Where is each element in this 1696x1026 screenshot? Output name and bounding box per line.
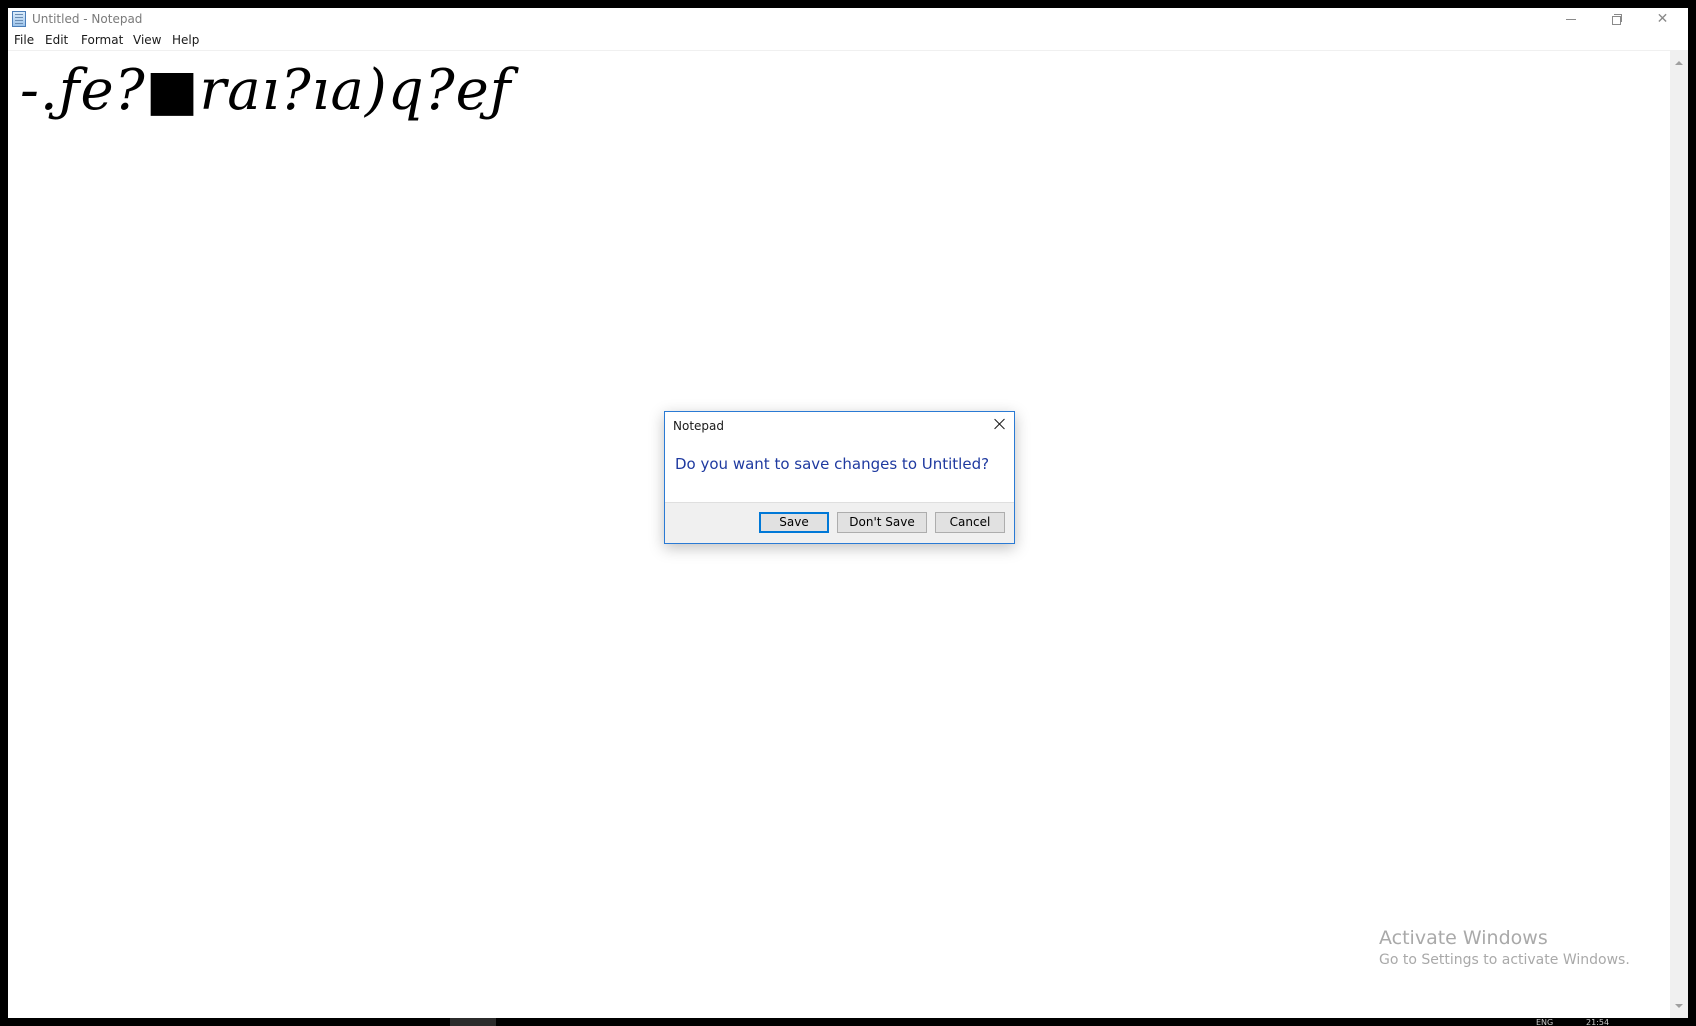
restore-icon	[1611, 14, 1622, 25]
watermark-title: Activate Windows	[1379, 927, 1548, 949]
cancel-button[interactable]: Cancel	[935, 512, 1005, 533]
tray-language[interactable]: ENG	[1536, 1019, 1553, 1026]
save-changes-dialog: Notepad Do you want to save changes to U…	[664, 411, 1015, 544]
dialog-title: Notepad	[673, 419, 724, 433]
vertical-scrollbar[interactable]	[1670, 51, 1688, 1018]
dialog-close-icon[interactable]	[992, 416, 1008, 432]
window-title: Untitled - Notepad	[32, 12, 143, 26]
close-icon: ✕	[1656, 11, 1669, 27]
taskbar-app-button[interactable]	[450, 1018, 496, 1026]
tray-clock[interactable]: 21:54	[1586, 1019, 1609, 1026]
save-button[interactable]: Save	[759, 512, 829, 533]
menu-help[interactable]: Help	[172, 33, 199, 47]
notepad-icon	[12, 11, 26, 27]
dialog-message: Do you want to save changes to Untitled?	[675, 455, 990, 473]
dont-save-button[interactable]: Don't Save	[837, 512, 927, 533]
menu-edit[interactable]: Edit	[45, 33, 68, 47]
watermark-subtitle: Go to Settings to activate Windows.	[1379, 952, 1630, 968]
dialog-button-row: Save Don't Save Cancel	[665, 502, 1014, 543]
scroll-down-icon[interactable]	[1675, 1004, 1683, 1008]
menu-bar: File Edit Format View Help	[8, 30, 1688, 51]
menu-view[interactable]: View	[133, 33, 161, 47]
menu-format[interactable]: Format	[81, 33, 123, 47]
scroll-up-icon[interactable]	[1675, 61, 1683, 65]
taskbar	[0, 1018, 1696, 1026]
activate-windows-watermark: Activate Windows Go to Settings to activ…	[1379, 926, 1630, 970]
menu-file[interactable]: File	[14, 33, 34, 47]
editor-content[interactable]: -.ƒe?■raı?ıa)q?eƒ	[20, 55, 512, 127]
minimize-icon	[1565, 18, 1576, 20]
